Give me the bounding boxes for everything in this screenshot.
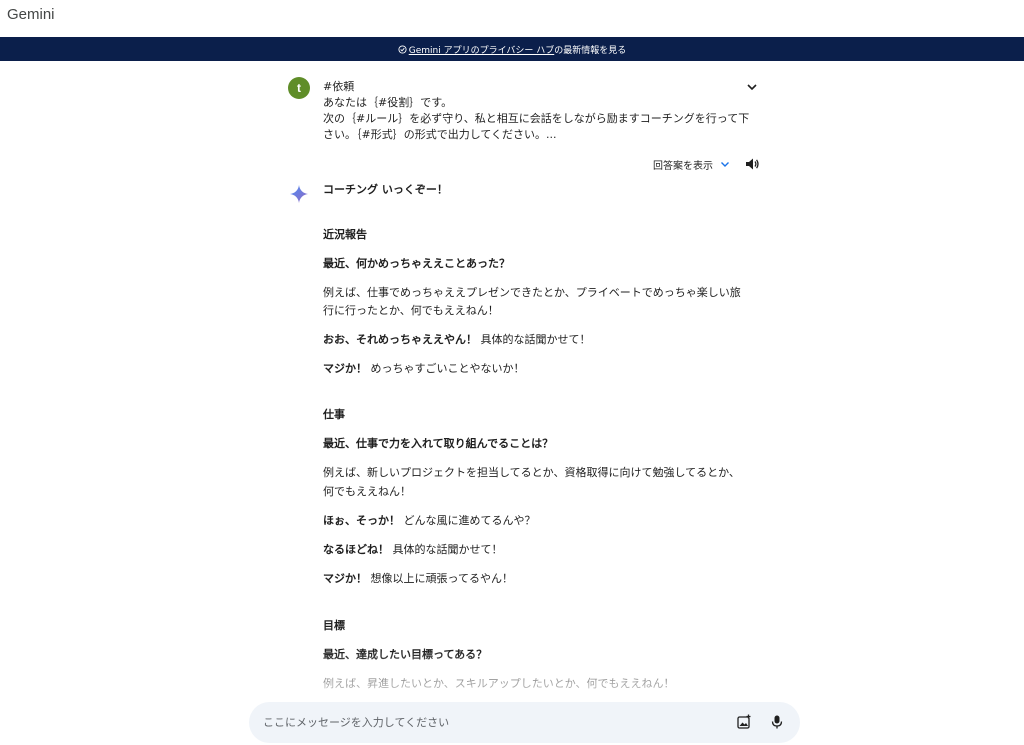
top-bar: Gemini [0,0,1024,37]
response-heading: コーチング いっくぞー！ [323,183,448,196]
section-title-status: 近況報告 [323,228,367,241]
reply-text: 想像以上に頑張ってるやん！ [367,572,513,585]
reply-bold: マジか！ [323,572,367,585]
reply-text: 具体的な話聞かせて！ [477,333,591,346]
chevron-down-icon[interactable] [744,79,760,95]
reply-text: どんな風に進めてるんや？ [400,514,536,527]
section-example-line: 例えば、仕事でめっちゃええプレゼンできたとか、プライベートでめっちゃ楽しい旅 [323,286,741,299]
user-prompt: #依頼 あなたは｛#役割｝です。 次の｛#ルール｝を必ず守り、私と相互に会話をし… [323,79,750,143]
reply-text: めっちゃすごいことやないか！ [367,362,525,375]
section-question-work: 最近、仕事で力を入れて取り組んでることは？ [323,437,554,450]
privacy-banner: Gemini アプリのプライバシー ハブ の最新情報を見る [0,37,1024,61]
message-input[interactable]: ここにメッセージを入力してください [263,714,449,730]
prompt-line: あなたは｛#役割｝です。 [323,96,453,109]
reply-bold: おお、それめっちゃええやん！ [323,333,477,346]
section-title-work: 仕事 [323,408,345,421]
chevron-down-icon [721,162,729,167]
show-drafts-button[interactable]: 回答案を表示 [653,156,731,172]
privacy-hub-link[interactable]: Gemini アプリのプライバシー ハブ [409,43,555,56]
reply-bold: ほぉ、そっか！ [323,514,400,527]
section-question-goal: 最近、達成したい目標ってある？ [323,648,488,661]
gemini-app: Gemini Gemini アプリのプライバシー ハブ の最新情報を見る t #… [0,0,1024,745]
reply-bold: なるほどね！ [323,543,389,556]
user-avatar: t [288,77,310,99]
banner-suffix: の最新情報を見る [554,45,627,56]
conversation-area: t #依頼 あなたは｛#役割｝です。 次の｛#ルール｝を必ず守り、私と相互に会話… [0,61,1024,745]
prompt-line: 次の｛#ルール｝を必ず守り、私と相互に会話をしながら励ますコーチングを行って下 [323,112,750,125]
info-circle-icon [398,44,407,54]
speaker-icon[interactable] [744,156,760,172]
section-reply-line: なるほどね！ 具体的な話聞かせて！ [323,542,503,558]
section-example-line: 例えば、新しいプロジェクトを担当してるとか、資格取得に向けて勉強してるとか、 [323,466,740,479]
section-reply-line: マジか！ 想像以上に頑張ってるやん！ [323,571,513,587]
app-title[interactable]: Gemini [7,6,55,23]
section-example-line: 何でもええねん！ [323,485,411,498]
section-title-goal: 目標 [323,619,345,632]
prompt-line: さい。｛#形式｝の形式で出力してください。... [323,128,557,141]
message-input-bar[interactable]: ここにメッセージを入力してください [249,702,800,743]
reply-text: 具体的な話聞かせて！ [389,543,503,556]
show-drafts-label: 回答案を表示 [653,160,713,172]
microphone-icon[interactable] [769,714,785,730]
section-example-line: 行に行ったとか、何でもええねん！ [323,304,499,317]
section-reply-line: おお、それめっちゃええやん！ 具体的な話聞かせて！ [323,332,591,348]
section-reply-line: マジか！ めっちゃすごいことやないか！ [323,361,525,377]
gemini-sparkle-icon [290,185,308,203]
add-image-icon[interactable] [736,714,752,730]
reply-bold: マジか！ [323,362,367,375]
prompt-line: #依頼 [323,80,355,93]
section-reply-line: ほぉ、そっか！ どんな風に進めてるんや？ [323,513,536,529]
section-example-line: 例えば、昇進したいとか、スキルアップしたいとか、何でもええねん！ [323,677,675,690]
section-question-status: 最近、何かめっちゃええことあった？ [323,257,510,270]
